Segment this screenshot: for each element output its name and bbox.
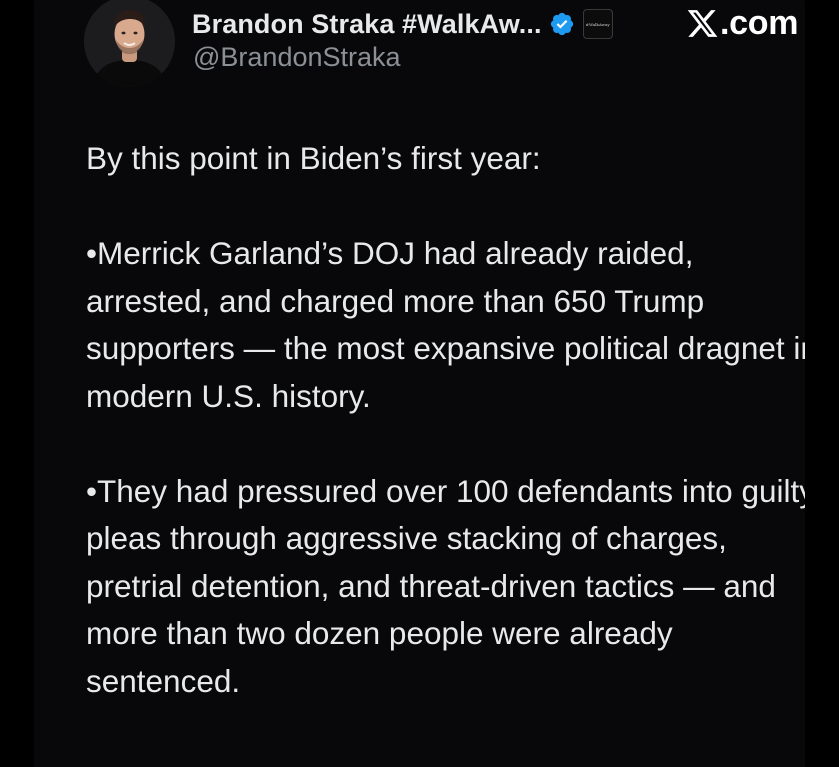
verified-badge-icon[interactable]: [549, 11, 575, 37]
source-domain-label: .com: [720, 3, 799, 42]
affiliate-badge-logo: #WalkAway: [585, 21, 610, 27]
author-handle[interactable]: @BrandonStraka: [193, 42, 401, 73]
x-logo-icon: [686, 7, 719, 40]
affiliate-badge[interactable]: #WalkAway: [582, 9, 613, 39]
author-display-name[interactable]: Brandon Straka #WalkAw...: [192, 9, 542, 40]
avatar[interactable]: [84, 0, 175, 87]
avatar-portrait-icon: [84, 0, 175, 87]
tweet-text: By this point in Biden’s first year: •Me…: [86, 135, 805, 705]
tweet-paragraph: •They had pressured over 100 defendants …: [86, 472, 805, 699]
author-name-row: Brandon Straka #WalkAw... #WalkAway: [192, 6, 613, 42]
tweet-paragraph: By this point in Biden’s first year:: [86, 140, 541, 176]
tweet-card[interactable]: Brandon Straka #WalkAw... #WalkAway @Bra…: [34, 0, 805, 767]
source-watermark: .com: [686, 2, 798, 44]
tweet-paragraph: •Merrick Garland’s DOJ had already raide…: [86, 235, 805, 414]
screenshot-page: Brandon Straka #WalkAw... #WalkAway @Bra…: [0, 0, 839, 767]
